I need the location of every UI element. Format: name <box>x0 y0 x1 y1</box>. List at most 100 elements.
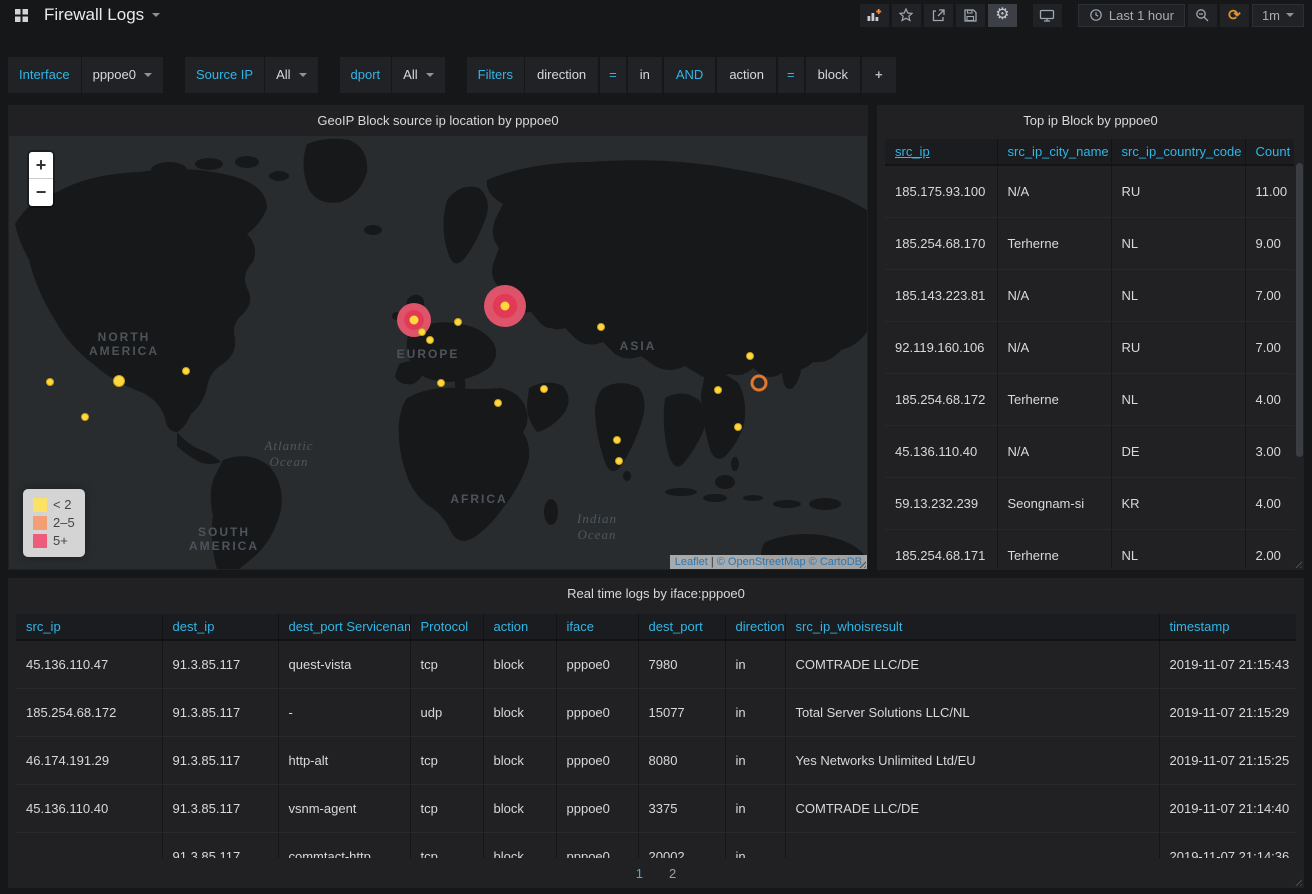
map-marker-small[interactable] <box>715 387 722 394</box>
legend-label: 2–5 <box>53 514 75 532</box>
interface-select[interactable]: pppoe0 <box>82 57 163 93</box>
table-cell: 92.119.160.106 <box>885 321 997 373</box>
filter-segment-0[interactable]: direction <box>525 57 598 93</box>
top-ip-scrollbar[interactable] <box>1296 163 1303 560</box>
table-cell: 185.254.68.172 <box>885 373 997 425</box>
zoom-out-button-map[interactable]: − <box>29 179 53 206</box>
table-cell: 2.00 <box>1245 529 1294 568</box>
logs-panel-title[interactable]: Real time logs by iface:pppoe0 <box>8 578 1304 609</box>
filter-bar: Interface pppoe0 Source IP All dport All… <box>8 57 918 93</box>
top-ip-panel-title[interactable]: Top ip Block by pppoe0 <box>877 105 1304 136</box>
table-cell: in <box>725 832 785 858</box>
carto-link[interactable]: © CartoDB <box>809 556 862 568</box>
map-marker-small[interactable] <box>598 324 605 331</box>
map-marker-small[interactable] <box>747 353 754 360</box>
filter-segment-4[interactable]: action <box>717 57 776 93</box>
refresh-button[interactable]: ⟳ <box>1220 4 1249 27</box>
apps-menu-icon[interactable] <box>8 3 34 27</box>
map-marker-medium[interactable] <box>114 376 125 387</box>
table-cell: Terherne <box>997 217 1111 269</box>
filter-segment-2[interactable]: in <box>628 57 662 93</box>
table-cell: Yes Networks Unlimited Ltd/EU <box>785 736 1159 784</box>
column-header-timestamp[interactable]: timestamp <box>1159 614 1296 640</box>
pagination-page-1[interactable]: 1 <box>636 866 643 881</box>
filter-segment-1[interactable]: = <box>600 57 626 93</box>
osm-link[interactable]: © OpenStreetMap <box>717 556 806 568</box>
map-marker-small[interactable] <box>47 379 54 386</box>
filter-segment-6[interactable]: block <box>806 57 860 93</box>
source-ip-select[interactable]: All <box>265 57 317 93</box>
zoom-out-icon <box>1195 8 1210 23</box>
legend-swatch-icon <box>33 516 47 530</box>
table-cell: 185.254.68.171 <box>885 529 997 568</box>
pagination-page-2[interactable]: 2 <box>669 866 676 881</box>
column-header-src_ip[interactable]: src_ip <box>885 139 997 165</box>
column-header-dest_ip[interactable]: dest_ip <box>162 614 278 640</box>
add-panel-button[interactable] <box>860 4 889 27</box>
table-cell: pppoe0 <box>556 784 638 832</box>
filter-segment-5[interactable]: = <box>778 57 804 93</box>
column-header-direction[interactable]: direction <box>725 614 785 640</box>
realtime-logs-panel: Real time logs by iface:pppoe0 src_ipdes… <box>8 578 1304 888</box>
logs-table-wrap: src_ipdest_ipdest_port ServicenameProtoc… <box>16 614 1296 858</box>
settings-button[interactable]: ⚙ <box>988 4 1017 27</box>
map-marker-large[interactable] <box>484 285 526 327</box>
leaflet-link[interactable]: Leaflet <box>675 556 708 568</box>
save-button[interactable] <box>956 4 985 27</box>
table-cell <box>16 832 162 858</box>
column-header-dest_port[interactable]: dest_port <box>638 614 725 640</box>
table-cell: RU <box>1111 321 1245 373</box>
table-cell: in <box>725 688 785 736</box>
map-marker-small[interactable] <box>455 319 462 326</box>
map-marker-small[interactable] <box>427 337 434 344</box>
time-range-picker[interactable]: Last 1 hour <box>1078 4 1185 27</box>
column-header-src_ip_country_code[interactable]: src_ip_country_code <box>1111 139 1245 165</box>
map-marker-small[interactable] <box>616 458 623 465</box>
table-header-row: src_ipdest_ipdest_port ServicenameProtoc… <box>16 614 1296 640</box>
legend-swatch-icon <box>33 498 47 512</box>
column-header-action[interactable]: action <box>483 614 556 640</box>
zoom-out-button[interactable] <box>1188 4 1217 27</box>
map-panel-title[interactable]: GeoIP Block source ip location by pppoe0 <box>8 105 868 136</box>
map-marker-small[interactable] <box>541 386 548 393</box>
column-header-protocol[interactable]: Protocol <box>410 614 483 640</box>
scrollbar-thumb[interactable] <box>1296 163 1303 457</box>
table-cell: 45.136.110.47 <box>16 640 162 688</box>
map-marker-small[interactable] <box>614 437 621 444</box>
map-marker-small[interactable] <box>495 400 502 407</box>
table-row: 46.174.191.2991.3.85.117http-alttcpblock… <box>16 736 1296 784</box>
column-header-src_ip_whoisresult[interactable]: src_ip_whoisresult <box>785 614 1159 640</box>
map-marker-small[interactable] <box>183 368 190 375</box>
add-filter-button[interactable]: + <box>862 57 896 93</box>
table-cell: in <box>725 640 785 688</box>
table-cell: Total Server Solutions LLC/NL <box>785 688 1159 736</box>
column-header-src_ip_city_name[interactable]: src_ip_city_name <box>997 139 1111 165</box>
column-header-count[interactable]: Count <box>1245 139 1294 165</box>
table-cell: 9.00 <box>1245 217 1294 269</box>
map-marker-small[interactable] <box>438 380 445 387</box>
filter-segments: direction=inANDaction=block <box>525 57 862 93</box>
save-icon <box>963 8 978 23</box>
tv-mode-button[interactable] <box>1033 4 1062 27</box>
table-cell: 2019-11-07 21:15:43 <box>1159 640 1296 688</box>
dport-select[interactable]: All <box>392 57 444 93</box>
table-cell: 91.3.85.117 <box>162 736 278 784</box>
world-map[interactable]: NORTH AMERICAEUROPEASIAAFRICASOUTH AMERI… <box>9 136 867 569</box>
interface-label: Interface <box>8 57 81 93</box>
table-cell: COMTRADE LLC/DE <box>785 784 1159 832</box>
column-header-dest_port-servicename[interactable]: dest_port Servicename <box>278 614 410 640</box>
zoom-in-button[interactable]: + <box>29 152 53 179</box>
map-marker-small[interactable] <box>735 424 742 431</box>
filter-segment-3[interactable]: AND <box>664 57 715 93</box>
attribution-separator: | <box>711 556 714 568</box>
column-header-iface[interactable]: iface <box>556 614 638 640</box>
panel-resize-handle[interactable] <box>1293 559 1302 568</box>
dashboard-title[interactable]: Firewall Logs <box>44 5 160 25</box>
column-header-src_ip[interactable]: src_ip <box>16 614 162 640</box>
star-button[interactable] <box>892 4 921 27</box>
table-cell: Seongnam-si <box>997 477 1111 529</box>
share-button[interactable] <box>924 4 953 27</box>
refresh-interval-picker[interactable]: 1m <box>1252 4 1304 27</box>
map-marker-small[interactable] <box>419 329 426 336</box>
map-marker-small[interactable] <box>82 414 89 421</box>
